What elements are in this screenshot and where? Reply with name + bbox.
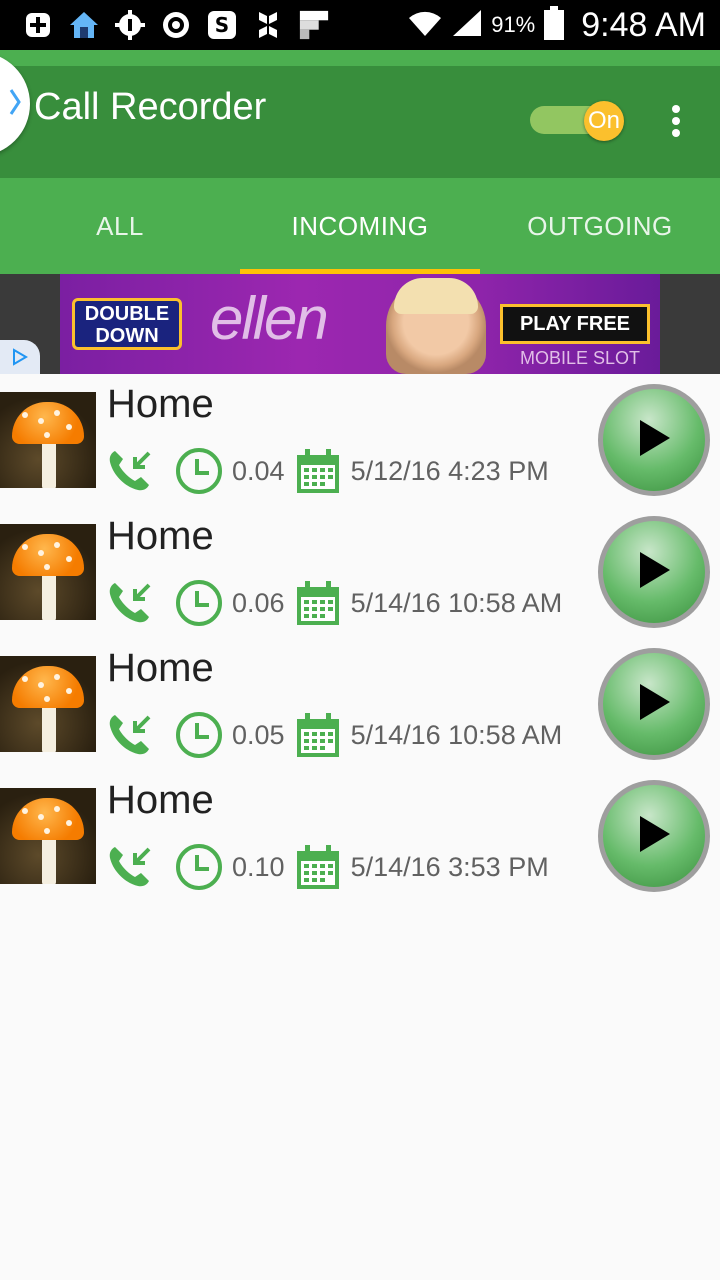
ad-banner[interactable]: DOUBLE DOWN ellen PLAY FREE MOBILE SLOT — [0, 274, 720, 374]
incoming-call-icon — [104, 446, 154, 496]
tab-all[interactable]: ALL — [0, 178, 240, 274]
calendar-icon — [293, 578, 343, 628]
ad-creative[interactable]: DOUBLE DOWN ellen PLAY FREE MOBILE SLOT — [60, 274, 660, 374]
wifi-icon — [407, 8, 443, 43]
recording-datetime: 5/14/16 3:53 PM — [350, 851, 549, 882]
play-icon — [634, 418, 674, 463]
app-toolbar: Call Recorder On — [0, 50, 720, 178]
play-icon — [634, 814, 674, 859]
contact-avatar — [0, 392, 96, 488]
tab-bar: ALL INCOMING OUTGOING — [0, 178, 720, 274]
incoming-call-icon — [104, 710, 154, 760]
drawer-toggle[interactable] — [0, 52, 30, 156]
contact-avatar — [0, 788, 96, 884]
overflow-menu-icon[interactable] — [660, 101, 692, 141]
dollar-icon: S — [206, 9, 238, 41]
incoming-call-icon — [104, 842, 154, 892]
tab-incoming[interactable]: INCOMING — [240, 178, 480, 274]
status-bar: S 91% 9:48 AM — [0, 0, 720, 50]
recording-row[interactable]: Home 0.06 5/14/16 10:58 AM — [0, 506, 720, 638]
recording-datetime: 5/14/16 10:58 AM — [350, 587, 563, 618]
gear-number-icon — [114, 9, 146, 41]
recording-row[interactable]: Home 0.05 5/14/16 10:58 AM — [0, 638, 720, 770]
at-icon — [160, 9, 192, 41]
duration: 0.04 — [232, 455, 285, 486]
recording-datetime: 5/14/16 10:58 AM — [350, 719, 563, 750]
contact-avatar — [0, 524, 96, 620]
battery-icon — [543, 5, 565, 45]
clock: 9:48 AM — [581, 5, 706, 44]
duration: 0.06 — [232, 587, 285, 618]
ad-cta-button[interactable]: PLAY FREE — [500, 304, 650, 344]
tab-outgoing[interactable]: OUTGOING — [480, 178, 720, 274]
contact-name: Home — [107, 778, 214, 822]
clock-icon — [174, 578, 224, 628]
contact-avatar — [0, 656, 96, 752]
recording-row[interactable]: Home 0.04 5/12/16 4:23 PM — [0, 374, 720, 506]
recording-datetime: 5/12/16 4:23 PM — [350, 455, 549, 486]
calendar-icon — [293, 446, 343, 496]
clock-icon — [174, 710, 224, 760]
play-icon — [634, 682, 674, 727]
calendar-icon — [293, 842, 343, 892]
svg-text:S: S — [215, 13, 229, 37]
chevron-right-icon — [8, 87, 22, 122]
hootsuite-icon — [252, 9, 284, 41]
ad-brand: ellen — [210, 285, 329, 352]
play-icon — [634, 550, 674, 595]
adchoices-icon[interactable] — [0, 340, 40, 374]
plus-box-icon — [22, 9, 54, 41]
play-button[interactable] — [598, 648, 710, 760]
contact-name: Home — [107, 382, 214, 426]
clock-icon — [174, 842, 224, 892]
play-button[interactable] — [598, 516, 710, 628]
duration: 0.05 — [232, 719, 285, 750]
ad-subtitle: MOBILE SLOT — [520, 348, 641, 368]
clock-icon — [174, 446, 224, 496]
recording-list: Home 0.04 5/12/16 4:23 PM Home 0.06 5/14… — [0, 374, 720, 902]
contact-name: Home — [107, 514, 214, 558]
signal-icon — [451, 8, 483, 43]
ad-portrait — [386, 278, 486, 374]
app-title: Call Recorder — [34, 86, 267, 128]
battery-percent: 91% — [491, 12, 536, 37]
play-button[interactable] — [598, 780, 710, 892]
duration: 0.10 — [232, 851, 285, 882]
flipboard-icon — [298, 9, 330, 41]
contact-name: Home — [107, 646, 214, 690]
ad-logo: DOUBLE DOWN — [72, 298, 182, 350]
incoming-call-icon — [104, 578, 154, 628]
home-icon — [68, 9, 100, 41]
calendar-icon — [293, 710, 343, 760]
play-button[interactable] — [598, 384, 710, 496]
recording-toggle[interactable]: On — [584, 101, 624, 141]
recording-row[interactable]: Home 0.10 5/14/16 3:53 PM — [0, 770, 720, 902]
